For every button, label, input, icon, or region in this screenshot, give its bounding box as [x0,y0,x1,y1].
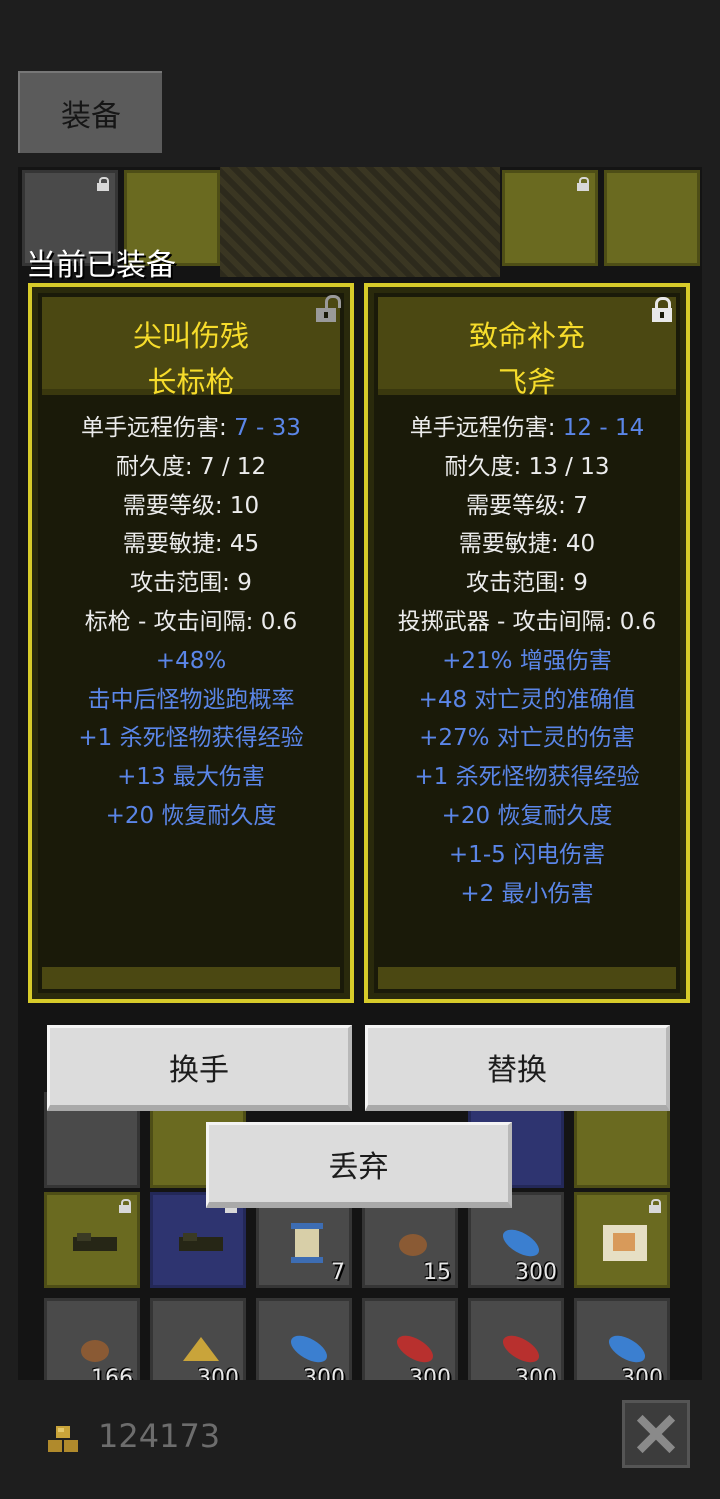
affix-line: +1 杀死怪物获得经验 [78,725,304,752]
blue-leaf-icon [502,1229,540,1257]
affix-line: +27% 对亡灵的伤害 [419,725,635,752]
inventory-slot[interactable] [44,1192,140,1288]
item-prefix-name: 致命补充 [468,319,585,353]
stat-line: 需要敏捷: 45 [122,531,260,558]
stat-line-damage: 单手远程伤害: 7 - 33 [81,415,301,441]
item-count: 15 [423,1260,451,1285]
item-stats: 单手远程伤害: 7 - 33 耐久度: 7 / 12 需要等级: 10 需要敏捷… [32,409,350,836]
gold-amount: 124173 [98,1417,221,1455]
red-leaf-icon [502,1335,540,1363]
stat-line: 攻击范围: 9 [466,570,588,597]
unlocked-icon[interactable] [316,295,341,323]
item-card-current: 尖叫伤残 长标枪 单手远程伤害: 7 - 33 耐久度: 7 / 12 需要等级… [28,283,354,1003]
ore-icon [399,1234,427,1256]
affix-line: +1-5 闪电伤害 [448,841,606,868]
scroll-icon [291,1223,323,1263]
item-stats: 单手远程伤害: 12 - 14 耐久度: 13 / 13 需要等级: 7 需要敏… [368,409,686,913]
stat-line-damage: 单手远程伤害: 12 - 14 [409,415,645,441]
item-card-header: 尖叫伤残 长标枪 [42,297,340,399]
blue-leaf-icon [290,1335,328,1363]
affix-line: +20 恢复耐久度 [441,802,613,829]
close-button[interactable] [622,1400,690,1468]
item-base-name: 长标枪 [147,365,235,399]
affix-line: +48% [155,647,227,674]
lock-icon [577,177,589,191]
stat-line: 耐久度: 7 / 12 [115,453,267,480]
affix-line: +1 杀死怪物获得经验 [414,764,640,791]
gold-coins-icon [48,1426,78,1452]
boots-icon [73,1233,117,1251]
stat-line: 标枪 - 攻击间隔: 0.6 [84,608,298,635]
map-scroll-icon [603,1225,647,1261]
lock-icon [119,1199,131,1213]
equip-slot-offhand[interactable] [502,170,598,266]
item-card-footer [42,967,340,989]
item-card-header: 致命补充 飞斧 [378,297,676,399]
lock-icon [97,177,109,191]
stat-line: 需要等级: 10 [122,492,260,519]
affix-line: +48 对亡灵的准确值 [418,686,636,713]
item-count: 300 [515,1260,557,1285]
stat-line: 耐久度: 13 / 13 [444,453,610,480]
item-card-footer [378,967,676,989]
gold-ore-icon [183,1337,219,1361]
discard-button[interactable]: 丢弃 [206,1122,512,1208]
item-base-name: 飞斧 [497,365,556,399]
affix-line: +2 最小伤害 [460,880,594,907]
stat-line: 需要敏捷: 40 [458,531,596,558]
tab-equipment[interactable]: 装备 [18,71,162,153]
item-card-new: 致命补充 飞斧 单手远程伤害: 12 - 14 耐久度: 13 / 13 需要等… [364,283,690,1003]
red-leaf-icon [396,1335,434,1363]
stat-line: 需要等级: 7 [466,492,588,519]
stat-line: 攻击范围: 9 [130,570,252,597]
blue-leaf-icon [608,1335,646,1363]
affix-line: +21% 增强伤害 [442,647,612,674]
item-prefix-name: 尖叫伤残 [132,319,249,353]
item-count: 7 [331,1260,345,1285]
affix-line: 击中后怪物逃跑概率 [87,686,295,713]
lock-icon [649,1199,661,1213]
replace-button[interactable]: 替换 [365,1025,670,1111]
affix-line: +13 最大伤害 [117,764,265,791]
stat-line: 投掷武器 - 攻击间隔: 0.6 [397,608,657,635]
swap-hand-button[interactable]: 换手 [47,1025,352,1111]
equipment-preview-background [220,167,500,277]
inventory-slot[interactable] [574,1192,670,1288]
ore-icon [81,1340,109,1362]
lock-icon[interactable] [652,297,672,323]
equip-slot-amulet[interactable] [604,170,700,266]
current-equipped-label: 当前已装备 [26,248,176,283]
affix-line: +20 恢复耐久度 [105,802,277,829]
boots-icon [179,1233,223,1251]
